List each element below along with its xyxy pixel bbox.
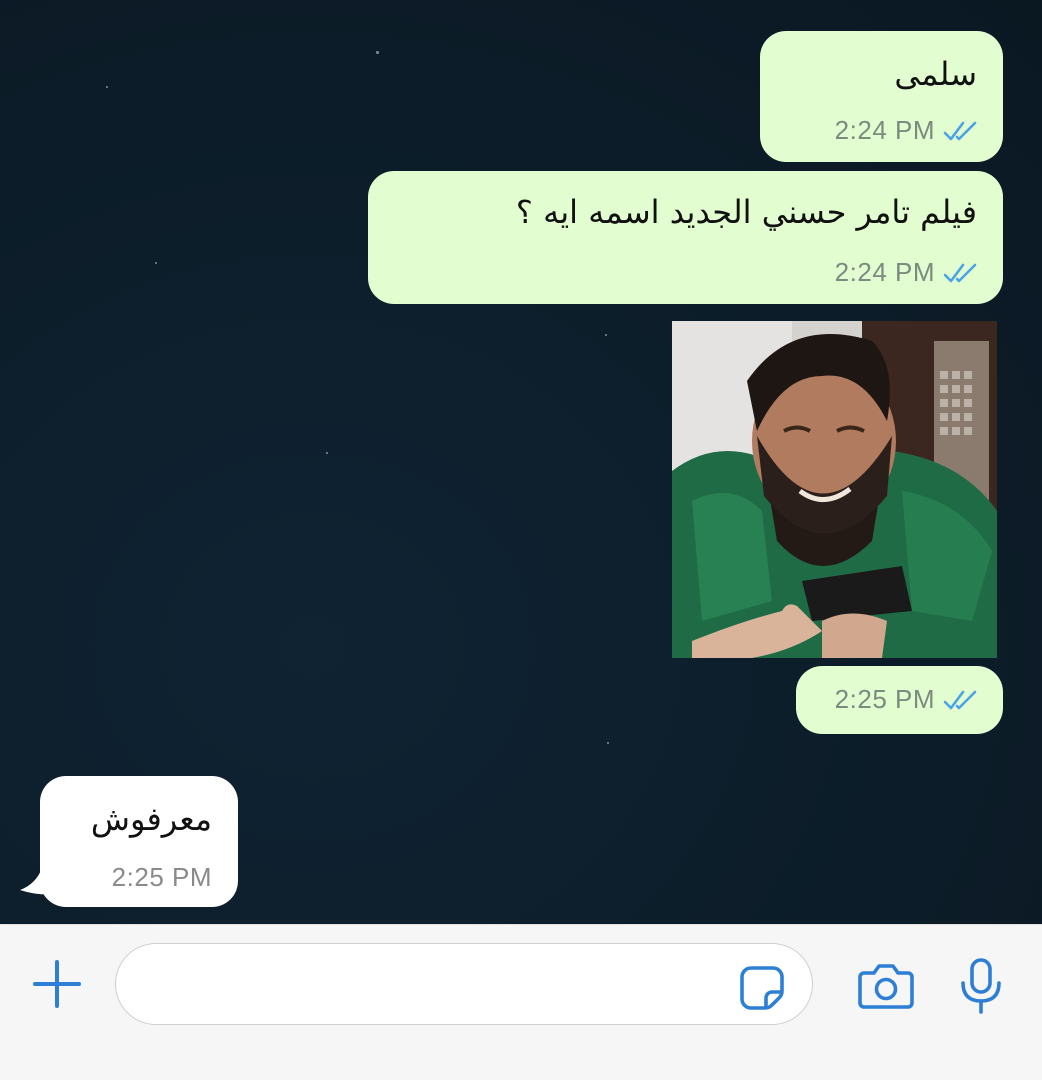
read-receipt-icon: [943, 121, 977, 140]
message-text: معرفوش: [90, 800, 212, 838]
message-time: 2:25 PM: [834, 684, 935, 714]
photo-message[interactable]: [672, 321, 997, 658]
message-meta: 2:24 PM: [835, 257, 979, 288]
chat-area[interactable]: سلمى 2:24 PM فيلم تامر حسني الجديد اسمه …: [0, 0, 1042, 924]
message-composer: [0, 924, 1042, 1080]
photo-image: [672, 321, 997, 658]
message-text: سلمى: [894, 55, 977, 93]
read-receipt-icon: [943, 690, 977, 709]
background-speck: [376, 51, 379, 54]
message-input[interactable]: [115, 943, 813, 1025]
microphone-icon[interactable]: [958, 957, 1004, 1015]
message-bubble-incoming[interactable]: معرفوش 2:25 PM: [40, 776, 238, 907]
message-bubble-outgoing[interactable]: فيلم تامر حسني الجديد اسمه ايه ؟ 2:24 PM: [368, 171, 1003, 304]
message-time: 2:25 PM: [111, 862, 212, 892]
message-meta: 2:24 PM: [835, 115, 979, 146]
background-speck: [155, 262, 157, 264]
background-speck: [605, 334, 607, 336]
background-speck: [607, 742, 609, 744]
background-speck: [326, 452, 328, 454]
message-meta: 2:25 PM: [112, 862, 212, 893]
message-meta: 2:25 PM: [835, 684, 979, 715]
message-text: فيلم تامر حسني الجديد اسمه ايه ؟: [515, 193, 977, 231]
camera-icon[interactable]: [858, 961, 914, 1009]
background-speck: [106, 86, 108, 88]
message-bubble-outgoing[interactable]: سلمى 2:24 PM: [760, 31, 1003, 162]
plus-icon[interactable]: [32, 959, 82, 1009]
read-receipt-icon: [943, 263, 977, 282]
sticker-icon[interactable]: [739, 965, 785, 1011]
message-bubble-outgoing[interactable]: 2:25 PM: [796, 666, 1003, 734]
message-time: 2:24 PM: [834, 115, 935, 145]
message-time: 2:24 PM: [834, 257, 935, 287]
